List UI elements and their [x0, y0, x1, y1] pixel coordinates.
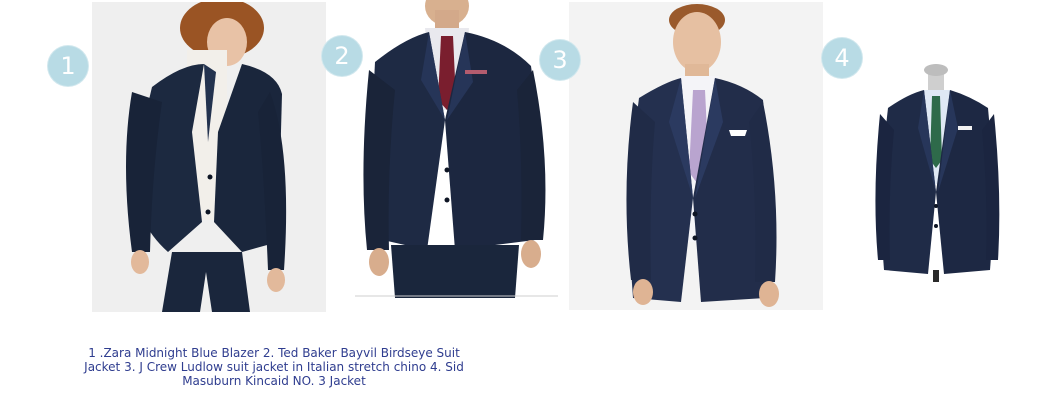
product-photo-2[interactable]	[355, 0, 558, 298]
item-number-badge-4: 4	[822, 38, 862, 78]
product-caption: 1 .Zara Midnight Blue Blazer 2. Ted Bake…	[84, 346, 464, 388]
j-crew-jacket-illustration	[569, 2, 823, 310]
product-photo-1[interactable]	[92, 2, 326, 312]
product-photo-3[interactable]	[569, 2, 823, 310]
ted-baker-jacket-illustration	[355, 0, 558, 298]
zara-blazer-illustration	[92, 2, 326, 312]
product-photo-4[interactable]	[870, 64, 1004, 282]
item-number-badge-3: 3	[540, 40, 580, 80]
item-number-badge-1: 1	[48, 46, 88, 86]
sid-mashburn-jacket-illustration	[870, 64, 1004, 282]
item-number-badge-2: 2	[322, 36, 362, 76]
